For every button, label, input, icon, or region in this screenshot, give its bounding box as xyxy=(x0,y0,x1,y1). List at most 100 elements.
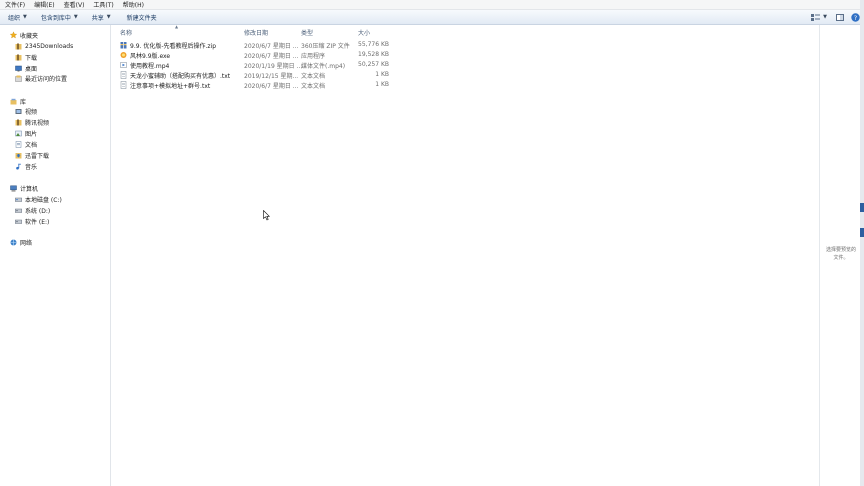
nav-item-2345downloads[interactable]: 2345Downloads xyxy=(15,41,73,51)
menu-tools[interactable]: 工具(T) xyxy=(88,0,117,9)
new-folder-button[interactable]: 新建文件夹 xyxy=(115,13,161,22)
desktop-icon xyxy=(15,65,22,72)
view-icon[interactable] xyxy=(811,12,821,22)
video-file-icon xyxy=(120,61,127,69)
nav-favorites-label: 收藏夹 xyxy=(20,32,39,40)
video-icon xyxy=(15,108,22,115)
nav-item-recent-places[interactable]: 最近访问的位置 xyxy=(15,73,67,83)
nav-item-label: 视频 xyxy=(25,108,38,116)
file-name: 注意事项+模拟地址+群号.txt xyxy=(130,83,211,90)
menu-view[interactable]: 查看(V) xyxy=(59,0,89,9)
folder-icon xyxy=(15,54,22,61)
new-folder-label: 新建文件夹 xyxy=(126,14,157,22)
file-type: 360压缩 ZIP 文件 xyxy=(301,43,350,50)
window-edge xyxy=(860,0,864,486)
menu-help[interactable]: 帮助(H) xyxy=(118,0,148,9)
nav-item-label: 下载 xyxy=(25,54,38,62)
file-name: 天龙小蜜辅助（搭配购买有优惠）.txt xyxy=(130,73,231,80)
include-library-button[interactable]: 包含到库中 ▼ xyxy=(31,13,82,22)
text-file-icon xyxy=(120,81,127,89)
nav-item-label: 2345Downloads xyxy=(25,42,74,50)
preview-pane-icon[interactable] xyxy=(836,12,844,22)
nav-item-label: 图片 xyxy=(25,130,38,138)
nav-item-thunder-downloads[interactable]: 迅雷下载 xyxy=(15,150,49,160)
nav-item-label: 本地磁盘 (C:) xyxy=(25,196,62,204)
nav-favorites[interactable]: 收藏夹 xyxy=(10,30,38,40)
file-type: 媒体文件(.mp4) xyxy=(301,63,346,70)
edge-tab xyxy=(860,228,864,237)
mouse-cursor-icon xyxy=(263,209,271,223)
drive-icon xyxy=(15,207,22,214)
table-row[interactable]: 9.9. 优化版-先看教程后操作.zip 2020/6/7 星期日 ... 36… xyxy=(111,40,411,50)
column-header-type[interactable]: 类型 xyxy=(301,28,313,37)
file-list-pane: ▲ 名称 修改日期 类型 大小 9.9. 优化版-先看教程后操作.zip 202… xyxy=(111,24,819,486)
table-row[interactable]: 天龙小蜜辅助（搭配购买有优惠）.txt 2019/12/15 星期... 文本文… xyxy=(111,70,411,80)
nav-libraries[interactable]: 库 xyxy=(10,96,26,106)
nav-item-label: 音乐 xyxy=(25,163,38,171)
document-icon xyxy=(15,140,22,148)
svg-text:?: ? xyxy=(854,14,857,22)
column-header-date[interactable]: 修改日期 xyxy=(244,28,268,37)
network-icon xyxy=(10,239,17,246)
column-header-size[interactable]: 大小 xyxy=(358,28,370,37)
file-type: 文本文档 xyxy=(301,73,326,80)
nav-item-label: 迅雷下载 xyxy=(25,152,50,160)
column-header-name[interactable]: 名称 xyxy=(120,28,132,37)
nav-computer-label: 计算机 xyxy=(20,185,39,193)
nav-network-label: 网络 xyxy=(20,239,33,247)
file-date: 2020/6/7 星期日 ... xyxy=(244,53,299,60)
nav-item-documents[interactable]: 文档 xyxy=(15,139,37,149)
help-icon[interactable]: ? xyxy=(851,12,860,22)
table-row[interactable]: 注意事项+模拟地址+群号.txt 2020/6/7 星期日 ... 文本文档 1… xyxy=(111,80,411,90)
nav-item-drive-e[interactable]: 软件 (E:) xyxy=(15,216,49,226)
file-type: 文本文档 xyxy=(301,83,326,90)
chevron-down-icon[interactable]: ▼ xyxy=(823,12,827,22)
picture-icon xyxy=(15,130,22,137)
file-size: 1 KB xyxy=(375,81,389,88)
organize-label: 组织 xyxy=(8,14,21,22)
table-row[interactable]: 使用教程.mp4 2020/1/19 星期日 ... 媒体文件(.mp4) 50… xyxy=(111,60,411,70)
nav-item-drive-c[interactable]: 本地磁盘 (C:) xyxy=(15,194,62,204)
nav-item-desktop[interactable]: 桌面 xyxy=(15,63,37,73)
computer-icon xyxy=(10,185,17,192)
file-date: 2019/12/15 星期... xyxy=(244,73,299,80)
preview-pane: 选择要预览的 文件。 xyxy=(819,25,861,486)
nav-item-label: 文档 xyxy=(25,141,38,149)
file-date: 2020/1/19 星期日 ... xyxy=(244,63,303,70)
nav-item-drive-d[interactable]: 系统 (D:) xyxy=(15,205,50,215)
preview-message-line: 文件。 xyxy=(833,255,849,261)
file-name: 使用教程.mp4 xyxy=(130,63,170,70)
menu-bar: 文件(F) 编辑(E) 查看(V) 工具(T) 帮助(H) xyxy=(0,0,864,10)
preview-message: 选择要预览的 文件。 xyxy=(821,246,861,262)
nav-item-music[interactable]: 音乐 xyxy=(15,161,37,171)
file-size: 1 KB xyxy=(375,71,389,78)
exe-icon xyxy=(120,51,127,59)
organize-button[interactable]: 组织 ▼ xyxy=(0,13,31,22)
nav-item-downloads[interactable]: 下载 xyxy=(15,52,37,62)
share-button[interactable]: 共享 ▼ xyxy=(82,13,115,22)
menu-edit[interactable]: 编辑(E) xyxy=(29,0,58,9)
nav-item-label: 腾讯视频 xyxy=(25,119,50,127)
table-row[interactable]: 风林9.9版.exe 2020/6/7 星期日 ... 应用程序 19,528 … xyxy=(111,50,411,60)
library-icon xyxy=(10,98,17,105)
music-icon xyxy=(15,163,22,170)
menu-file[interactable]: 文件(F) xyxy=(0,0,29,9)
star-icon xyxy=(10,31,17,39)
nav-item-pictures[interactable]: 图片 xyxy=(15,128,37,138)
toolbar-right: ▼ ? xyxy=(807,11,860,23)
column-header-bar: ▲ 名称 修改日期 类型 大小 xyxy=(111,24,819,38)
chevron-down-icon: ▼ xyxy=(73,14,78,20)
sort-up-icon: ▲ xyxy=(175,24,179,29)
file-name: 9.9. 优化版-先看教程后操作.zip xyxy=(130,43,217,50)
include-library-label: 包含到库中 xyxy=(40,14,71,22)
nav-computer[interactable]: 计算机 xyxy=(10,183,38,193)
chevron-down-icon: ▼ xyxy=(106,14,111,20)
nav-item-tencent-video[interactable]: 腾讯视频 xyxy=(15,117,49,127)
share-label: 共享 xyxy=(91,14,104,22)
nav-item-videos[interactable]: 视频 xyxy=(15,106,37,116)
navigation-pane: 收藏夹 2345Downloads 下载 桌面 最近访问的位置 库 视频 腾讯视… xyxy=(0,25,111,486)
nav-network[interactable]: 网络 xyxy=(10,237,32,247)
folder-icon xyxy=(15,119,22,126)
nav-item-label: 最近访问的位置 xyxy=(25,75,68,83)
file-type: 应用程序 xyxy=(301,53,326,60)
